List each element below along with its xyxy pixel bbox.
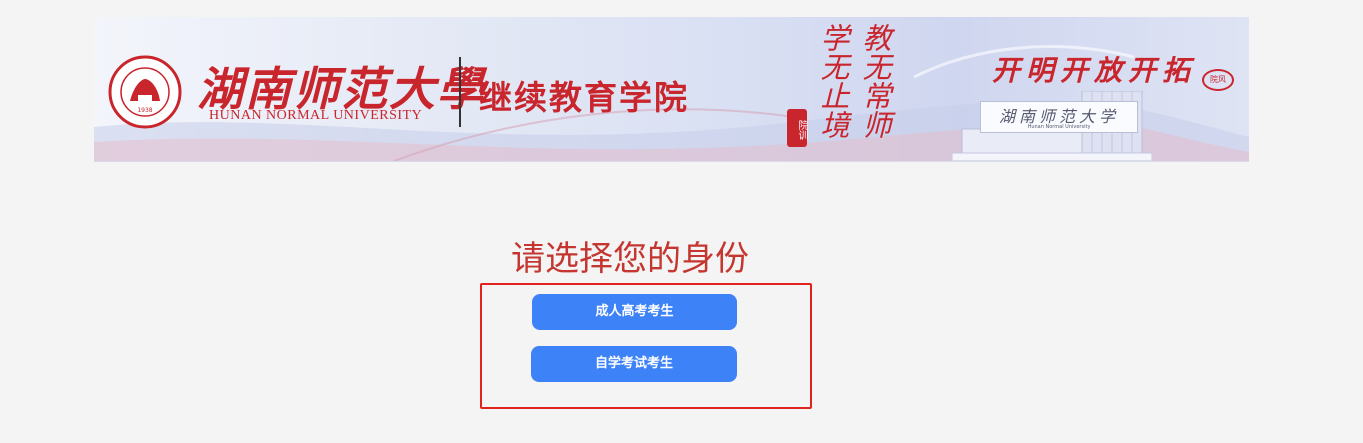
gate-sign-text-en: Hunan Normal University xyxy=(1027,124,1091,130)
university-name-en: HUNAN NORMAL UNIVERSITY xyxy=(209,108,423,123)
slogan-seal: 院风 xyxy=(1202,69,1234,91)
motto-stamp: 院训 xyxy=(787,109,807,147)
self-study-exam-candidate-button[interactable]: 自学考试考生 xyxy=(531,346,737,382)
campus-gate-sign: 湖南师范大学 Hunan Normal University xyxy=(980,101,1138,133)
college-slogan: 开明开放开拓 xyxy=(992,54,1197,87)
motto-column-1: 学无止境 xyxy=(816,23,850,139)
header-divider xyxy=(459,57,461,127)
college-name: 继续教育学院 xyxy=(479,78,689,117)
motto-column-2: 教无常师 xyxy=(858,23,892,139)
page-title: 请选择您的身份 xyxy=(511,239,749,279)
seal-year: 1938 xyxy=(137,107,152,114)
adult-exam-candidate-button[interactable]: 成人高考考生 xyxy=(532,294,737,330)
header-banner: 1938 湖南师范大學 HUNAN NORMAL UNIVERSITY 继续教育… xyxy=(94,17,1249,162)
university-seal-icon: 1938 xyxy=(108,55,182,129)
